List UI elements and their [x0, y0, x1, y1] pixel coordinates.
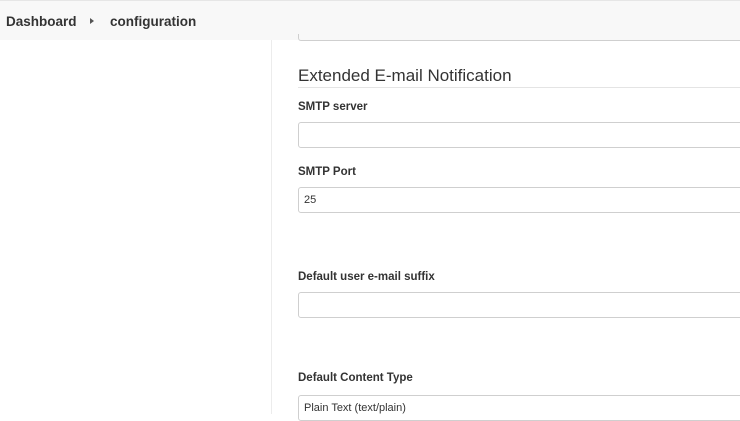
- section-divider: [298, 87, 740, 88]
- previous-field-edge: [298, 34, 740, 41]
- smtp-server-input[interactable]: [298, 122, 740, 148]
- content-type-select[interactable]: Plain Text (text/plain): [298, 395, 740, 421]
- email-suffix-input[interactable]: [298, 292, 740, 318]
- chevron-right-icon[interactable]: [90, 18, 94, 24]
- smtp-port-label: SMTP Port: [298, 166, 356, 178]
- main-content: Extended E-mail Notification SMTP server…: [272, 34, 740, 421]
- smtp-server-label: SMTP server: [298, 101, 368, 113]
- breadcrumb-dashboard-link[interactable]: Dashboard: [6, 14, 77, 29]
- section-title: Extended E-mail Notification: [298, 66, 512, 85]
- smtp-port-input[interactable]: [298, 187, 740, 213]
- side-panel: [0, 40, 272, 414]
- breadcrumb-configuration-link[interactable]: configuration: [110, 14, 196, 29]
- email-suffix-label: Default user e-mail suffix: [298, 271, 435, 283]
- content-type-label: Default Content Type: [298, 372, 413, 384]
